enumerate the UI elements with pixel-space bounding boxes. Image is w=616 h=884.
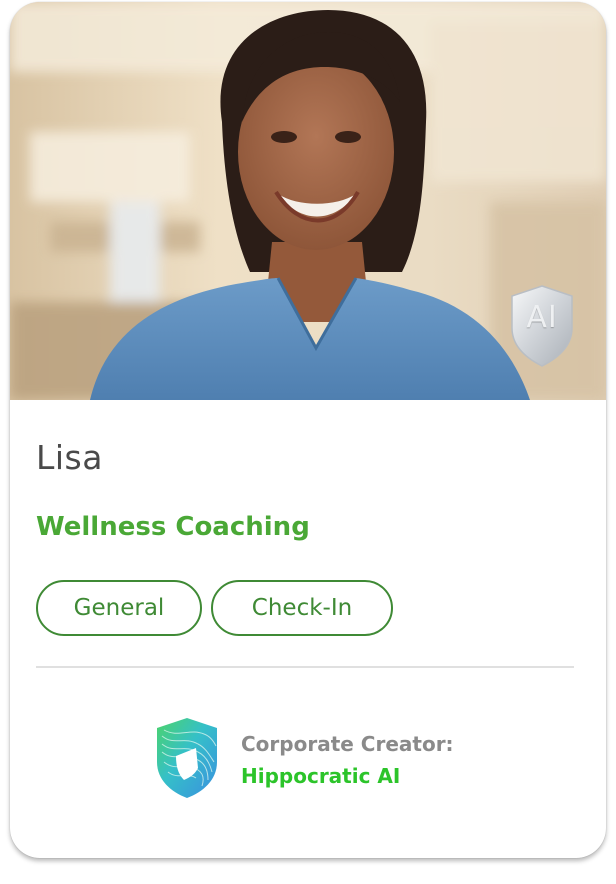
ai-badge: AI [508,284,576,368]
tag-general[interactable]: General [36,580,202,636]
agent-card[interactable]: AI Lisa Wellness Coaching General Check-… [10,2,606,858]
tag-list: General Check-In [36,580,393,636]
creator-label: Corporate Creator: [241,732,454,756]
profile-photo: AI [10,2,606,400]
shield-logo-icon [154,716,220,800]
agent-name: Lisa [36,438,103,477]
ai-badge-label: AI [526,300,558,335]
tag-check-in[interactable]: Check-In [211,580,393,636]
agent-specialty: Wellness Coaching [36,512,310,542]
divider [36,666,574,668]
creator-name[interactable]: Hippocratic AI [241,764,400,788]
